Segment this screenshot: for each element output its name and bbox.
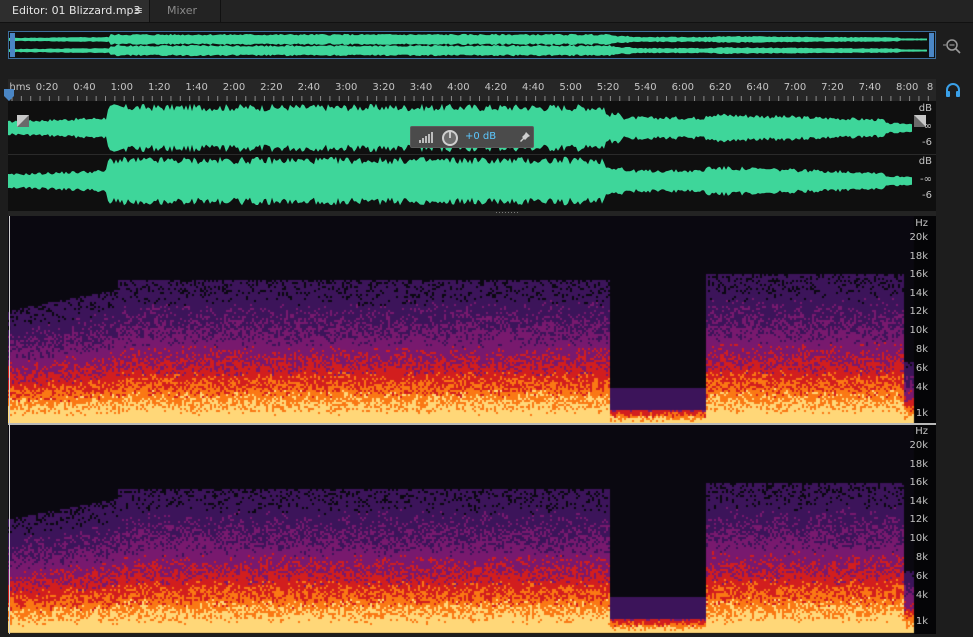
frequency-label: 18k xyxy=(909,251,928,262)
db-label: dB xyxy=(918,156,932,167)
ruler-time-label: 3:40 xyxy=(409,82,433,93)
frequency-label: 10k xyxy=(909,325,928,336)
ruler-time-label: 7:00 xyxy=(783,82,807,93)
tab-editor[interactable]: Editor: 01 Blizzard.mp3 ≡ xyxy=(0,0,150,22)
fade-in-handle[interactable] xyxy=(17,115,29,127)
waveform-channels xyxy=(8,103,912,206)
ruler-time-label: 6:00 xyxy=(671,82,695,93)
ruler-time-label: 5:00 xyxy=(559,82,582,93)
ruler-time-label: 8:00 xyxy=(895,82,919,93)
frequency-label: 14k xyxy=(909,288,928,299)
frequency-label: 20k xyxy=(909,232,928,243)
frequency-label: 12k xyxy=(909,306,928,317)
db-label: -∞ xyxy=(920,174,932,185)
ruler-time-label: 4:40 xyxy=(521,82,545,93)
ruler-time-label: 2:40 xyxy=(297,82,321,93)
ruler-time-label: 1:20 xyxy=(147,82,171,93)
tab-mixer-label: Mixer xyxy=(167,4,198,17)
ruler-time-label: 1:40 xyxy=(185,82,208,93)
db-label: -6 xyxy=(922,190,932,201)
overview-right-handle[interactable] xyxy=(929,32,935,58)
volume-knob[interactable] xyxy=(441,129,459,147)
frequency-label: 20k xyxy=(909,440,928,451)
frequency-label: 8k xyxy=(915,344,928,355)
overview-left-handle[interactable] xyxy=(9,32,15,58)
spectral-frequency-display[interactable]: Hz 20k 18k 16k 14k 12k 10k 8k 6k 4k 1k Hz 20k 18k 16k 1… xyxy=(8,216,936,634)
ruler-time-label: 3:00 xyxy=(334,82,358,93)
frequency-label: 4k xyxy=(915,590,928,601)
db-label: -6 xyxy=(922,137,932,148)
ruler-time-label: 5:40 xyxy=(634,82,657,93)
frequency-label: 16k xyxy=(909,477,928,488)
frequency-label: 14k xyxy=(909,496,928,507)
frequency-label: Hz xyxy=(915,218,928,229)
fade-out-handle[interactable] xyxy=(914,115,926,127)
waveform-display[interactable]: dB -∞ -6 dB -∞ -6 xyxy=(8,101,936,211)
frequency-label: 18k xyxy=(909,459,928,470)
splitter-grip[interactable] xyxy=(496,212,518,214)
ruler-time-label: 1:00 xyxy=(110,82,134,93)
ruler-time-label: 4:20 xyxy=(484,82,508,93)
ruler-time-label: 7:40 xyxy=(858,82,882,93)
panel-menu-icon[interactable]: ≡ xyxy=(134,0,143,22)
frequency-label: 1k xyxy=(915,616,928,627)
frequency-label: 4k xyxy=(915,382,928,393)
level-meter-icon xyxy=(419,132,433,143)
ruler-time-label: 0:40 xyxy=(73,82,96,93)
ruler-time-label: 3:20 xyxy=(372,82,395,93)
db-label: dB xyxy=(918,103,932,114)
tab-editor-label: Editor: 01 Blizzard.mp3 xyxy=(12,4,141,17)
headphones-icon[interactable] xyxy=(945,82,961,98)
ruler-time-label: 6:40 xyxy=(746,82,769,93)
volume-value[interactable]: +0 dB xyxy=(465,131,496,142)
pin-icon[interactable] xyxy=(519,131,531,143)
ruler-time-label: 4:00 xyxy=(447,82,470,93)
frequency-label: 16k xyxy=(909,269,928,280)
frequency-label: 1k xyxy=(915,408,928,419)
frequency-label: 6k xyxy=(915,363,928,374)
ruler-time-label: 7:20 xyxy=(821,82,844,93)
playhead-line xyxy=(9,216,10,634)
ruler-time-label: 8 xyxy=(926,82,934,93)
ruler-time-label: 5:20 xyxy=(596,82,620,93)
channel-divider xyxy=(8,154,936,155)
ruler-time-label: 2:00 xyxy=(222,82,246,93)
frequency-label: 8k xyxy=(915,552,928,563)
frequency-label: 10k xyxy=(909,533,928,544)
time-ruler[interactable]: hms 0:20 0:40 1:00 1:20 1:40 2:00 2:20 2:40 3:00 3… xyxy=(8,79,936,102)
tab-mixer[interactable]: Mixer xyxy=(151,0,221,22)
spectrogram-canvas xyxy=(8,216,930,634)
overview-navigator[interactable] xyxy=(8,31,936,59)
channel-divider xyxy=(8,423,936,425)
frequency-label: 12k xyxy=(909,514,928,525)
frequency-label: 6k xyxy=(915,571,928,582)
ruler-time-label: 6:20 xyxy=(708,82,732,93)
ruler-time-label: 0:20 xyxy=(35,82,59,93)
tab-bar: Editor: 01 Blizzard.mp3 ≡ Mixer xyxy=(0,0,973,23)
amplitude-hud[interactable]: +0 dB xyxy=(410,126,534,148)
playhead-marker[interactable] xyxy=(4,89,16,101)
ruler-time-label: 2:20 xyxy=(260,82,283,93)
frequency-label: Hz xyxy=(915,426,928,437)
zoom-navigator-icon[interactable] xyxy=(942,36,962,56)
